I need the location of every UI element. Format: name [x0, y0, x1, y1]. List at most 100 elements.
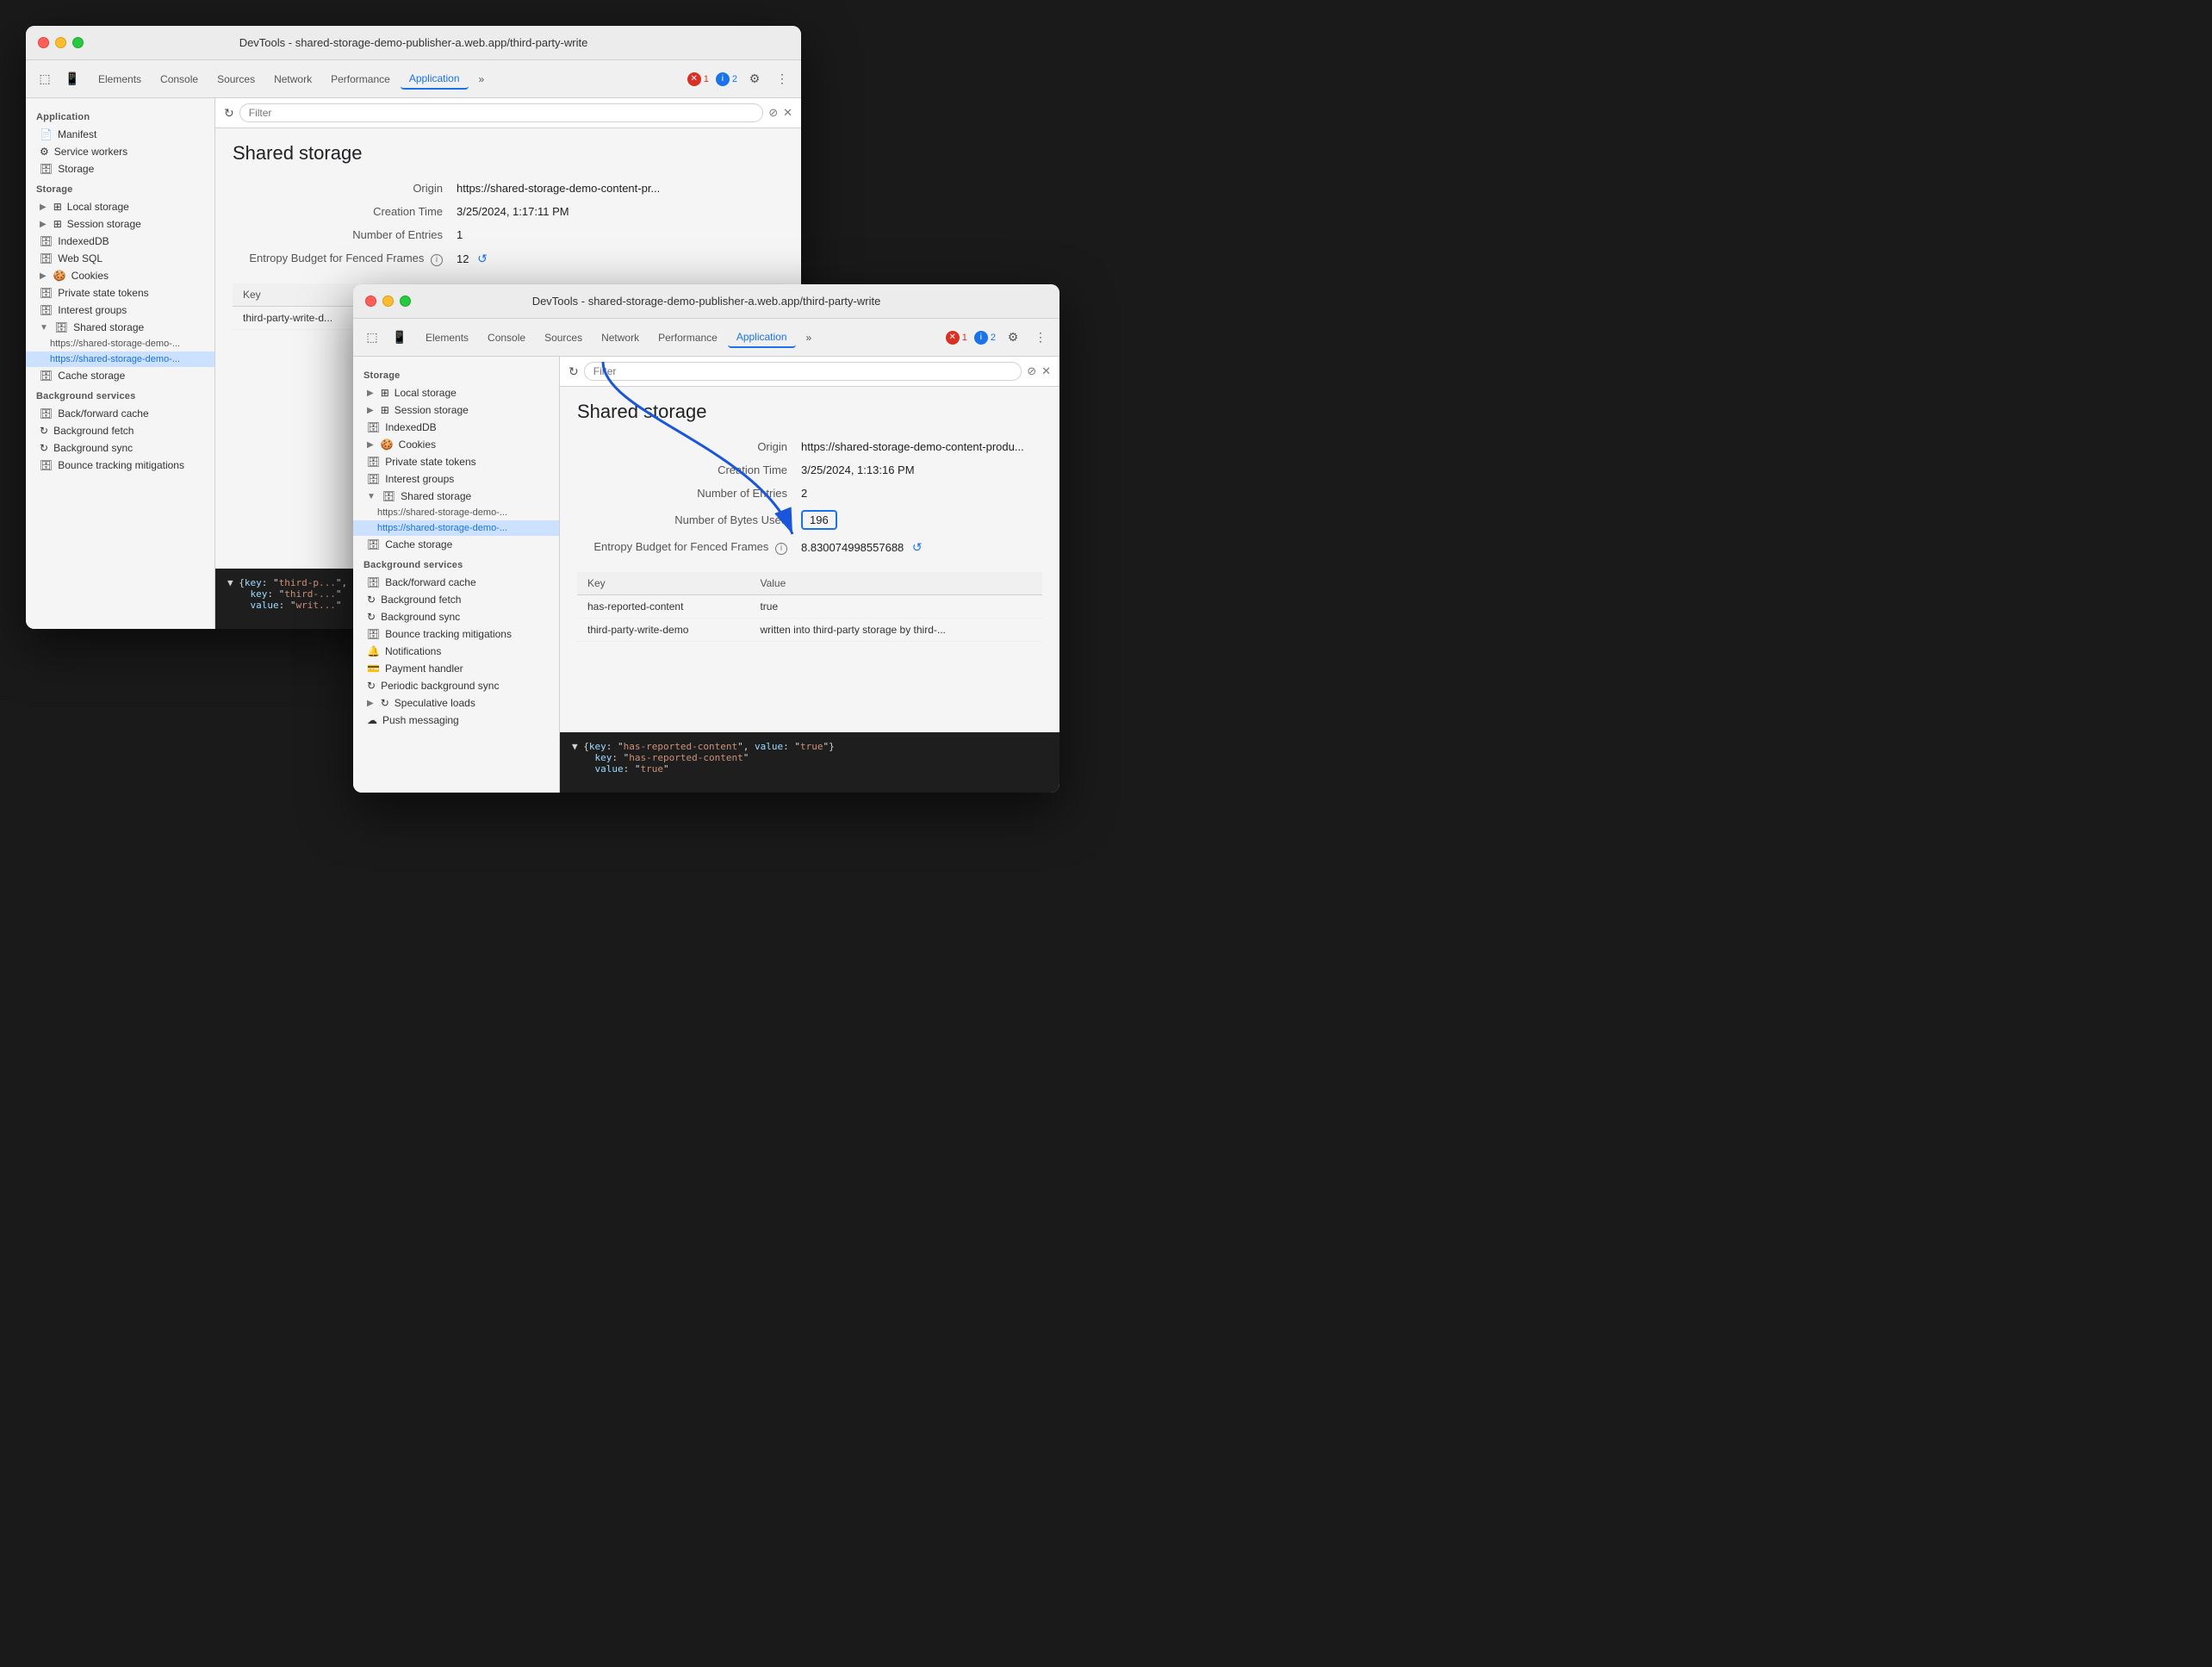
origin-label-2: Origin: [577, 440, 801, 453]
code-line-6: value: "true": [572, 763, 1047, 774]
refresh-icon-1[interactable]: ↻: [224, 106, 234, 121]
sidebar-item-shared-storage-1[interactable]: ▼ 🗄 Shared storage: [26, 319, 214, 336]
reset-entropy-btn-2[interactable]: ↺: [912, 540, 923, 555]
origin-value-1: https://shared-storage-demo-content-pr..…: [457, 182, 660, 195]
tab-network-2[interactable]: Network: [593, 328, 648, 347]
close-button-2[interactable]: [365, 295, 376, 307]
device-toggle-icon[interactable]: 📱: [62, 69, 83, 90]
sidebar-item-session-storage-2[interactable]: ▶ ⊞ Session storage: [353, 401, 559, 419]
code-line-5: key: "has-reported-content": [572, 752, 1047, 763]
sidebar-item-notifications-2[interactable]: 🔔 Notifications: [353, 643, 559, 660]
sidebar-item-private-tokens-2[interactable]: 🗄 Private state tokens: [353, 453, 559, 470]
gear-icon-1[interactable]: ⚙: [744, 69, 765, 90]
sidebar-item-push-messaging-2[interactable]: ☁ Push messaging: [353, 712, 559, 729]
filter-input-1[interactable]: [239, 103, 763, 122]
sidebar-item-websql-1[interactable]: 🗄 Web SQL: [26, 250, 214, 267]
session-storage-icon-2: ⊞: [381, 404, 389, 416]
sidebar-item-interest-groups-2[interactable]: 🗄 Interest groups: [353, 470, 559, 488]
refresh-icon-2[interactable]: ↻: [569, 364, 579, 379]
error-badge-2: ✕ 1: [946, 331, 967, 345]
more-icon-1[interactable]: ⋮: [772, 69, 792, 90]
sidebar-item-local-storage-1[interactable]: ▶ ⊞ Local storage: [26, 198, 214, 215]
indexeddb-icon-2: 🗄: [367, 421, 380, 433]
tab-console-2[interactable]: Console: [479, 328, 534, 347]
sidebar-item-bg-sync-1[interactable]: ↻ Background sync: [26, 439, 214, 457]
sidebar-item-indexeddb-2[interactable]: 🗄 IndexedDB: [353, 419, 559, 436]
expand-icon-speculative-2: ▶: [367, 699, 374, 708]
filter-clear-icon-2[interactable]: ⊘: [1027, 364, 1036, 378]
sidebar-item-private-tokens-1[interactable]: 🗄 Private state tokens: [26, 284, 214, 302]
info-badge-2: i 2: [974, 331, 996, 345]
sidebar-item-session-storage-1[interactable]: ▶ ⊞ Session storage: [26, 215, 214, 233]
entropy-info-icon-1[interactable]: i: [431, 254, 443, 266]
maximize-button-1[interactable]: [72, 37, 84, 48]
select-element-icon-2[interactable]: ⬚: [362, 327, 382, 348]
filter-input-2[interactable]: [584, 362, 1022, 381]
minimize-button-2[interactable]: [382, 295, 394, 307]
sidebar-item-bg-fetch-2[interactable]: ↻ Background fetch: [353, 591, 559, 608]
error-count-2: 1: [962, 333, 967, 343]
sidebar-item-bounce-tracking-2[interactable]: 🗄 Bounce tracking mitigations: [353, 625, 559, 643]
sidebar-item-manifest-1[interactable]: 📄 Manifest: [26, 126, 214, 143]
table-row[interactable]: has-reported-content true: [577, 595, 1042, 619]
sidebar-item-bg-sync-2[interactable]: ↻ Background sync: [353, 608, 559, 625]
tab-more-2[interactable]: »: [798, 328, 821, 347]
origin-label-1: Origin: [233, 182, 457, 195]
select-element-icon[interactable]: ⬚: [34, 69, 55, 90]
sidebar-item-service-workers-1[interactable]: ⚙ Service workers: [26, 143, 214, 160]
tab-sources-1[interactable]: Sources: [208, 70, 264, 89]
tab-elements-2[interactable]: Elements: [417, 328, 477, 347]
bytes-used-value-2: 196: [801, 510, 837, 530]
sidebar-item-cache-storage-1[interactable]: 🗄 Cache storage: [26, 367, 214, 384]
sidebar-item-bg-fetch-1[interactable]: ↻ Background fetch: [26, 422, 214, 439]
sidebar-item-speculative-loads-2[interactable]: ▶ ↻ Speculative loads: [353, 694, 559, 712]
sidebar-item-back-forward-1[interactable]: 🗄 Back/forward cache: [26, 405, 214, 422]
entries-label-2: Number of Entries: [577, 487, 801, 500]
sidebar-item-storage-1[interactable]: 🗄 Storage: [26, 160, 214, 177]
data-table-2: Key Value has-reported-content true thir…: [577, 572, 1042, 642]
sidebar-item-shared-url-2[interactable]: https://shared-storage-demo-...: [26, 351, 214, 367]
table-header-value-2: Value: [749, 572, 1042, 595]
gear-icon-2[interactable]: ⚙: [1003, 327, 1023, 348]
sidebar-item-bounce-tracking-1[interactable]: 🗄 Bounce tracking mitigations: [26, 457, 214, 474]
sidebar-item-back-forward-2[interactable]: 🗄 Back/forward cache: [353, 574, 559, 591]
tab-elements-1[interactable]: Elements: [90, 70, 150, 89]
sidebar-item-shared-url-3[interactable]: https://shared-storage-demo-...: [353, 505, 559, 520]
sidebar-item-local-storage-2[interactable]: ▶ ⊞ Local storage: [353, 384, 559, 401]
tab-console-1[interactable]: Console: [152, 70, 207, 89]
table-cell-key-1: has-reported-content: [577, 595, 749, 619]
filter-close-icon-2[interactable]: ✕: [1041, 364, 1051, 378]
minimize-button-1[interactable]: [55, 37, 66, 48]
table-cell-value-2: written into third-party storage by thir…: [749, 619, 1042, 642]
tab-sources-2[interactable]: Sources: [536, 328, 591, 347]
maximize-button-2[interactable]: [400, 295, 411, 307]
device-toggle-icon-2[interactable]: 📱: [389, 327, 410, 348]
sidebar-item-shared-url-1[interactable]: https://shared-storage-demo-...: [26, 336, 214, 351]
sidebar-item-cache-storage-2[interactable]: 🗄 Cache storage: [353, 536, 559, 553]
sidebar-item-payment-handler-2[interactable]: 💳 Payment handler: [353, 660, 559, 677]
sidebar-item-shared-url-4[interactable]: https://shared-storage-demo-...: [353, 520, 559, 536]
error-circle-2: ✕: [946, 331, 960, 345]
info-count-2: 2: [991, 333, 996, 343]
tab-performance-1[interactable]: Performance: [322, 70, 399, 89]
tab-application-1[interactable]: Application: [401, 69, 469, 90]
filter-close-icon-1[interactable]: ✕: [783, 106, 792, 120]
table-row[interactable]: third-party-write-demo written into thir…: [577, 619, 1042, 642]
sidebar-item-cookies-2[interactable]: ▶ 🍪 Cookies: [353, 436, 559, 453]
sidebar-item-periodic-bg-sync-2[interactable]: ↻ Periodic background sync: [353, 677, 559, 694]
tab-more-1[interactable]: »: [470, 70, 494, 89]
tab-application-2[interactable]: Application: [728, 327, 796, 348]
tab-network-1[interactable]: Network: [265, 70, 320, 89]
service-workers-icon: ⚙: [40, 146, 49, 158]
sidebar-item-cookies-1[interactable]: ▶ 🍪 Cookies: [26, 267, 214, 284]
reset-entropy-btn-1[interactable]: ↺: [477, 252, 488, 266]
filter-clear-icon-1[interactable]: ⊘: [768, 106, 778, 120]
sidebar-item-indexeddb-1[interactable]: 🗄 IndexedDB: [26, 233, 214, 250]
tab-performance-2[interactable]: Performance: [649, 328, 726, 347]
sidebar-item-shared-storage-2[interactable]: ▼ 🗄 Shared storage: [353, 488, 559, 505]
sidebar-item-interest-groups-1[interactable]: 🗄 Interest groups: [26, 302, 214, 319]
more-icon-2[interactable]: ⋮: [1030, 327, 1051, 348]
entropy-info-icon-2[interactable]: i: [775, 543, 787, 555]
close-button-1[interactable]: [38, 37, 49, 48]
push-messaging-icon-2: ☁: [367, 714, 377, 726]
